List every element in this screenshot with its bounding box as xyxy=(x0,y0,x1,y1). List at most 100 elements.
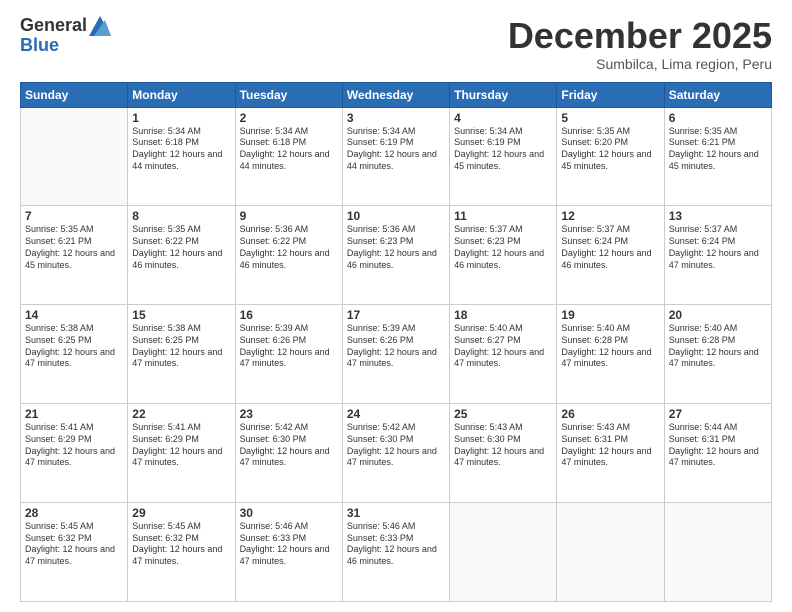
table-row: 8Sunrise: 5:35 AMSunset: 6:22 PMDaylight… xyxy=(128,206,235,305)
day-number: 25 xyxy=(454,407,552,421)
day-number: 1 xyxy=(132,111,230,125)
day-info: Sunrise: 5:42 AMSunset: 6:30 PMDaylight:… xyxy=(240,422,338,469)
day-number: 7 xyxy=(25,209,123,223)
col-sunday: Sunday xyxy=(21,82,128,107)
day-number: 19 xyxy=(561,308,659,322)
logo-text: General Blue xyxy=(20,16,111,56)
table-row: 6Sunrise: 5:35 AMSunset: 6:21 PMDaylight… xyxy=(664,107,771,206)
day-info: Sunrise: 5:35 AMSunset: 6:21 PMDaylight:… xyxy=(25,224,123,271)
table-row: 23Sunrise: 5:42 AMSunset: 6:30 PMDayligh… xyxy=(235,404,342,503)
day-info: Sunrise: 5:46 AMSunset: 6:33 PMDaylight:… xyxy=(240,521,338,568)
day-number: 13 xyxy=(669,209,767,223)
day-info: Sunrise: 5:40 AMSunset: 6:28 PMDaylight:… xyxy=(561,323,659,370)
logo-icon xyxy=(89,16,111,36)
day-info: Sunrise: 5:37 AMSunset: 6:24 PMDaylight:… xyxy=(561,224,659,271)
col-wednesday: Wednesday xyxy=(342,82,449,107)
day-info: Sunrise: 5:46 AMSunset: 6:33 PMDaylight:… xyxy=(347,521,445,568)
col-friday: Friday xyxy=(557,82,664,107)
table-row: 14Sunrise: 5:38 AMSunset: 6:25 PMDayligh… xyxy=(21,305,128,404)
day-number: 16 xyxy=(240,308,338,322)
day-info: Sunrise: 5:36 AMSunset: 6:22 PMDaylight:… xyxy=(240,224,338,271)
table-row: 20Sunrise: 5:40 AMSunset: 6:28 PMDayligh… xyxy=(664,305,771,404)
table-row: 15Sunrise: 5:38 AMSunset: 6:25 PMDayligh… xyxy=(128,305,235,404)
table-row: 12Sunrise: 5:37 AMSunset: 6:24 PMDayligh… xyxy=(557,206,664,305)
table-row: 25Sunrise: 5:43 AMSunset: 6:30 PMDayligh… xyxy=(450,404,557,503)
day-info: Sunrise: 5:42 AMSunset: 6:30 PMDaylight:… xyxy=(347,422,445,469)
table-row: 13Sunrise: 5:37 AMSunset: 6:24 PMDayligh… xyxy=(664,206,771,305)
day-info: Sunrise: 5:34 AMSunset: 6:19 PMDaylight:… xyxy=(347,126,445,173)
day-number: 31 xyxy=(347,506,445,520)
day-number: 21 xyxy=(25,407,123,421)
table-row xyxy=(664,503,771,602)
table-row: 5Sunrise: 5:35 AMSunset: 6:20 PMDaylight… xyxy=(557,107,664,206)
table-row xyxy=(450,503,557,602)
day-info: Sunrise: 5:45 AMSunset: 6:32 PMDaylight:… xyxy=(132,521,230,568)
day-number: 29 xyxy=(132,506,230,520)
day-number: 3 xyxy=(347,111,445,125)
table-row: 2Sunrise: 5:34 AMSunset: 6:18 PMDaylight… xyxy=(235,107,342,206)
subtitle: Sumbilca, Lima region, Peru xyxy=(508,56,772,72)
day-number: 6 xyxy=(669,111,767,125)
day-info: Sunrise: 5:40 AMSunset: 6:27 PMDaylight:… xyxy=(454,323,552,370)
day-number: 14 xyxy=(25,308,123,322)
day-number: 9 xyxy=(240,209,338,223)
day-info: Sunrise: 5:36 AMSunset: 6:23 PMDaylight:… xyxy=(347,224,445,271)
table-row: 19Sunrise: 5:40 AMSunset: 6:28 PMDayligh… xyxy=(557,305,664,404)
calendar-week-row: 7Sunrise: 5:35 AMSunset: 6:21 PMDaylight… xyxy=(21,206,772,305)
table-row: 29Sunrise: 5:45 AMSunset: 6:32 PMDayligh… xyxy=(128,503,235,602)
day-number: 28 xyxy=(25,506,123,520)
table-row: 7Sunrise: 5:35 AMSunset: 6:21 PMDaylight… xyxy=(21,206,128,305)
day-info: Sunrise: 5:34 AMSunset: 6:18 PMDaylight:… xyxy=(240,126,338,173)
day-number: 27 xyxy=(669,407,767,421)
day-number: 2 xyxy=(240,111,338,125)
day-number: 5 xyxy=(561,111,659,125)
day-number: 26 xyxy=(561,407,659,421)
logo-general: General xyxy=(20,16,87,36)
calendar-table: Sunday Monday Tuesday Wednesday Thursday… xyxy=(20,82,772,602)
day-info: Sunrise: 5:43 AMSunset: 6:30 PMDaylight:… xyxy=(454,422,552,469)
table-row: 28Sunrise: 5:45 AMSunset: 6:32 PMDayligh… xyxy=(21,503,128,602)
table-row: 9Sunrise: 5:36 AMSunset: 6:22 PMDaylight… xyxy=(235,206,342,305)
col-thursday: Thursday xyxy=(450,82,557,107)
logo-blue: Blue xyxy=(20,36,111,56)
day-number: 22 xyxy=(132,407,230,421)
table-row: 17Sunrise: 5:39 AMSunset: 6:26 PMDayligh… xyxy=(342,305,449,404)
day-number: 10 xyxy=(347,209,445,223)
calendar-week-row: 28Sunrise: 5:45 AMSunset: 6:32 PMDayligh… xyxy=(21,503,772,602)
day-number: 18 xyxy=(454,308,552,322)
page: General Blue December 2025 Sumbilca, Lim… xyxy=(0,0,792,612)
day-number: 20 xyxy=(669,308,767,322)
day-info: Sunrise: 5:45 AMSunset: 6:32 PMDaylight:… xyxy=(25,521,123,568)
day-info: Sunrise: 5:39 AMSunset: 6:26 PMDaylight:… xyxy=(240,323,338,370)
table-row: 31Sunrise: 5:46 AMSunset: 6:33 PMDayligh… xyxy=(342,503,449,602)
day-info: Sunrise: 5:37 AMSunset: 6:23 PMDaylight:… xyxy=(454,224,552,271)
day-number: 17 xyxy=(347,308,445,322)
table-row: 30Sunrise: 5:46 AMSunset: 6:33 PMDayligh… xyxy=(235,503,342,602)
day-info: Sunrise: 5:39 AMSunset: 6:26 PMDaylight:… xyxy=(347,323,445,370)
table-row: 11Sunrise: 5:37 AMSunset: 6:23 PMDayligh… xyxy=(450,206,557,305)
calendar-header-row: Sunday Monday Tuesday Wednesday Thursday… xyxy=(21,82,772,107)
col-saturday: Saturday xyxy=(664,82,771,107)
table-row xyxy=(557,503,664,602)
day-number: 11 xyxy=(454,209,552,223)
table-row: 27Sunrise: 5:44 AMSunset: 6:31 PMDayligh… xyxy=(664,404,771,503)
table-row: 10Sunrise: 5:36 AMSunset: 6:23 PMDayligh… xyxy=(342,206,449,305)
day-info: Sunrise: 5:43 AMSunset: 6:31 PMDaylight:… xyxy=(561,422,659,469)
col-monday: Monday xyxy=(128,82,235,107)
table-row: 4Sunrise: 5:34 AMSunset: 6:19 PMDaylight… xyxy=(450,107,557,206)
day-info: Sunrise: 5:34 AMSunset: 6:19 PMDaylight:… xyxy=(454,126,552,173)
calendar-week-row: 14 Sunrise: 5:38 AMSunset: 6:25 PMDayligh… xyxy=(21,305,772,404)
day-number: 24 xyxy=(347,407,445,421)
day-info: Sunrise: 5:38 AMSunset: 6:25 PMDaylight:… xyxy=(132,323,230,370)
table-row: 26Sunrise: 5:43 AMSunset: 6:31 PMDayligh… xyxy=(557,404,664,503)
table-row: 16Sunrise: 5:39 AMSunset: 6:26 PMDayligh… xyxy=(235,305,342,404)
table-row: 24Sunrise: 5:42 AMSunset: 6:30 PMDayligh… xyxy=(342,404,449,503)
table-row: 18Sunrise: 5:40 AMSunset: 6:27 PMDayligh… xyxy=(450,305,557,404)
day-number: 23 xyxy=(240,407,338,421)
day-info: Sunrise: 5:35 AMSunset: 6:20 PMDaylight:… xyxy=(561,126,659,173)
day-info: Sunrise: 5:41 AMSunset: 6:29 PMDaylight:… xyxy=(132,422,230,469)
day-number: 15 xyxy=(132,308,230,322)
day-number: 8 xyxy=(132,209,230,223)
month-title: December 2025 xyxy=(508,16,772,56)
calendar-week-row: 21 Sunrise: 5:41 AMSunset: 6:29 PMDayligh… xyxy=(21,404,772,503)
